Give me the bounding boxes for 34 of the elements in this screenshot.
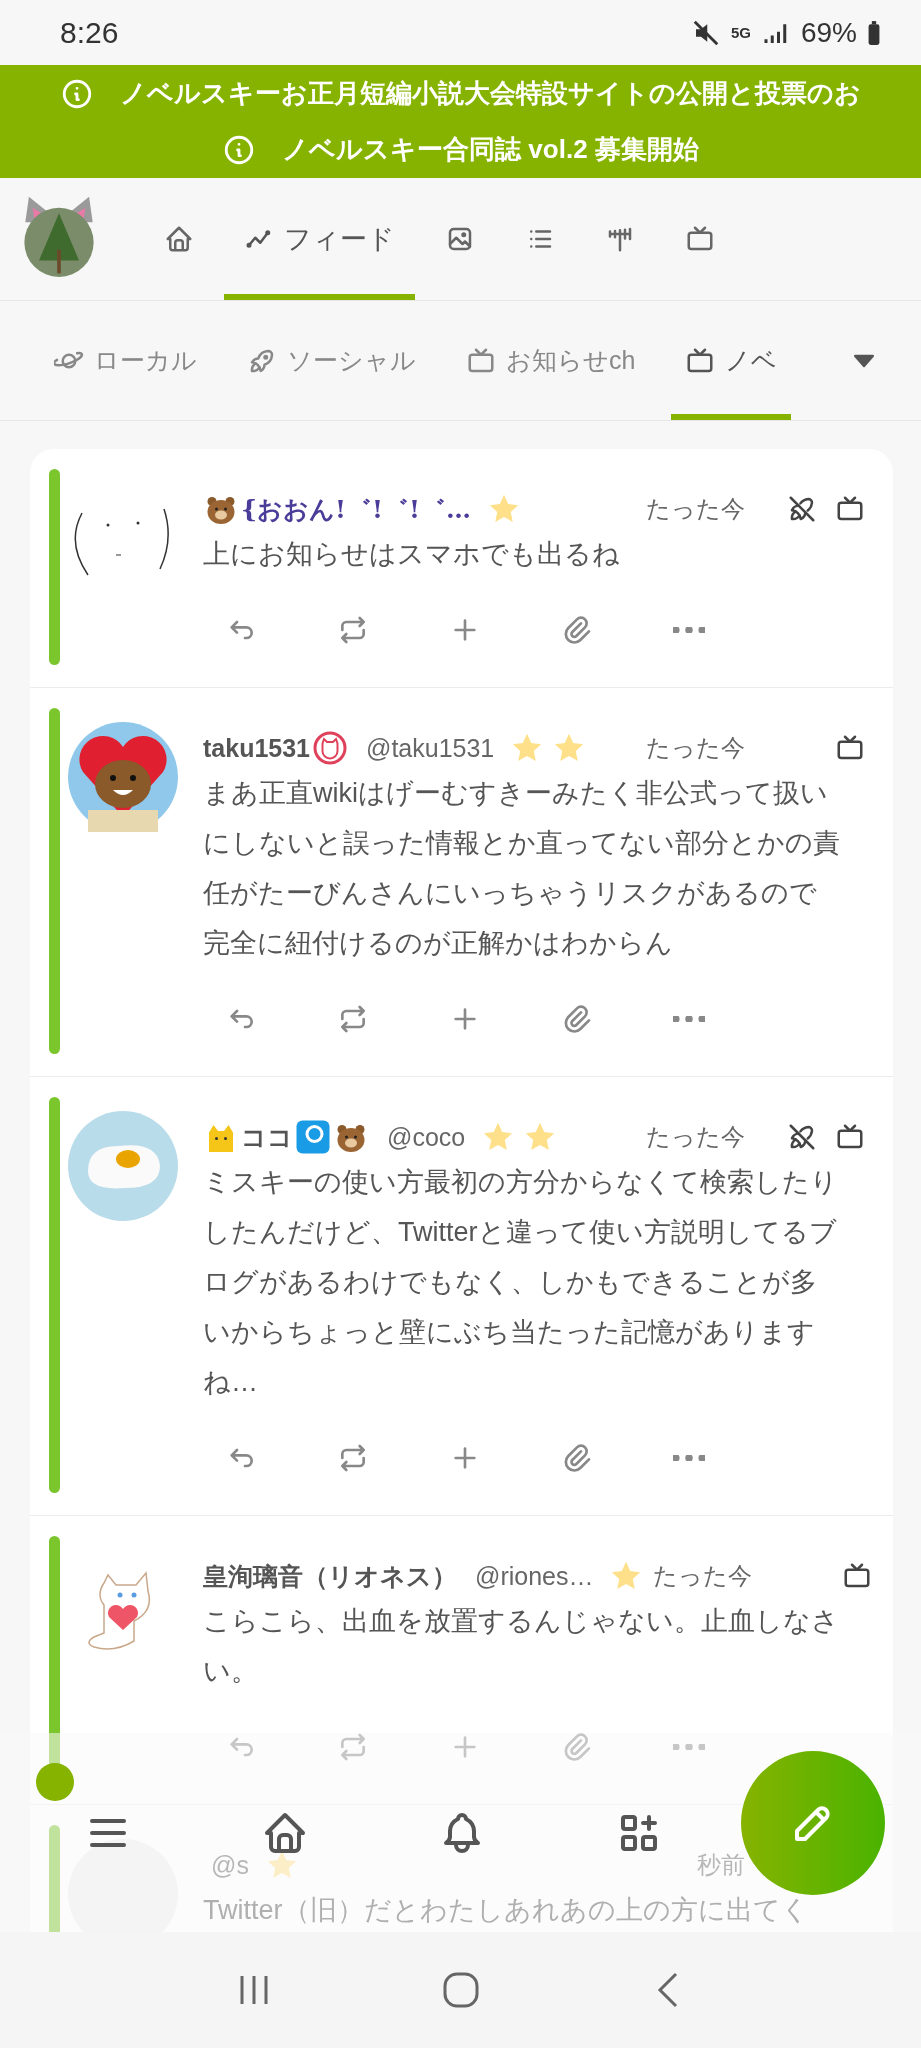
user-name[interactable]: 皇洵璃音（リオネス） xyxy=(203,1559,457,1593)
timeline-tab[interactable]: ノベ xyxy=(671,301,792,420)
user-name[interactable]: {おおん!゛!゛!゛… xyxy=(241,492,471,526)
note-time[interactable]: たった今 xyxy=(653,1560,753,1592)
note-time[interactable]: たった今 xyxy=(646,732,745,764)
cat-stamp-icon xyxy=(312,730,349,766)
user-handle[interactable]: @taku1531 xyxy=(366,733,495,763)
note-time[interactable]: たった今 xyxy=(646,1121,745,1153)
more-icon xyxy=(673,1744,705,1750)
network-label: 5G xyxy=(730,24,751,41)
battery-percent: 69% xyxy=(800,16,857,49)
battery-icon xyxy=(867,19,881,46)
timeline-tab[interactable]: お知らせch xyxy=(452,301,650,420)
timeline-tab[interactable]: ローカル xyxy=(40,301,211,420)
timeline-tab[interactable]: ソーシャル xyxy=(233,301,430,420)
note-text: ミスキーの使い方最初の方分からなくて検索したりしたんだけど、Twitterと違って使い方説明してるブログがあるわけでもなく、しかもできることが多いからちょっと壁にぶち当たった記憶がありますね… xyxy=(203,1166,839,1399)
user-name[interactable]: taku1531 xyxy=(203,733,311,763)
more-icon xyxy=(673,627,705,633)
note-text: まあ正直wikiはげーむすきーみたく非公式って扱いにしないと誤った情報とか直ってない部分とかの責任がたーびんさんにいっちゃうリスクがあるので完全に紐付けるのが正解かはわからん xyxy=(203,777,841,960)
user-handle[interactable]: @coco xyxy=(387,1122,466,1152)
note-text: こらこら、出血を放置するんじゃない。止血しなさい。 xyxy=(203,1605,840,1688)
user-name[interactable]: ココ xyxy=(241,1120,293,1154)
square-emoji-icon xyxy=(295,1119,331,1155)
note-text: Twitter（旧）だとわたしあれあの上の方に出てく xyxy=(203,1894,810,1927)
more-icon xyxy=(673,1016,705,1022)
status-time: 8:26 xyxy=(60,15,119,50)
note-text: 上にお知らせはスマホでも出るね xyxy=(203,538,621,571)
home-icon xyxy=(164,224,194,254)
rocket-slash-icon xyxy=(787,1122,817,1152)
rocket-slash-icon xyxy=(787,494,817,524)
feed-tab[interactable]: フィード xyxy=(224,178,415,300)
note-time[interactable]: たった今 xyxy=(646,493,745,525)
user-handle[interactable]: @riones… xyxy=(475,1561,594,1591)
more-icon xyxy=(673,1455,705,1461)
